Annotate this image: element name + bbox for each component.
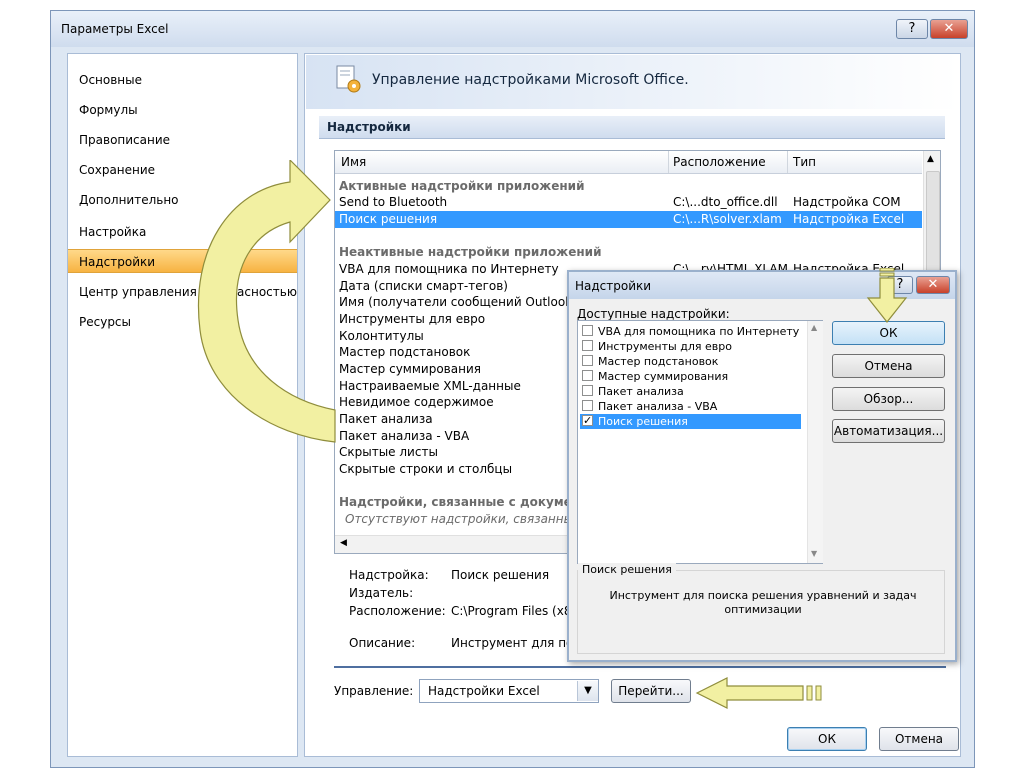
section-header: Надстройки	[319, 116, 945, 139]
close-button[interactable]: ✕	[930, 19, 968, 39]
checkbox[interactable]	[582, 340, 593, 351]
details-addin-label: Надстройка:	[349, 568, 429, 582]
ok-button[interactable]: ОК	[787, 727, 867, 751]
addin-checkbox-item[interactable]: Пакет анализа	[580, 384, 801, 399]
checkbox-checked[interactable]: ✓	[582, 415, 593, 426]
details-description-label: Описание:	[349, 636, 416, 650]
nav-item-general[interactable]: Основные	[68, 68, 297, 92]
manage-select-value: Надстройки Excel	[428, 684, 540, 698]
content-header: Управление надстройками Microsoft Office…	[306, 55, 959, 109]
details-publisher-label: Издатель:	[349, 586, 414, 600]
dialog-title: Надстройки	[575, 279, 652, 293]
scroll-up-icon[interactable]: ▲	[927, 154, 934, 164]
column-location[interactable]: Расположение	[673, 155, 766, 169]
divider	[334, 666, 946, 668]
checkbox[interactable]	[582, 325, 593, 336]
checkbox[interactable]	[582, 385, 593, 396]
available-addins-label: Доступные надстройки:	[577, 307, 730, 321]
manage-select[interactable]: Надстройки Excel ▼	[419, 679, 599, 703]
description-text: Инструмент для поиска решения уравнений …	[609, 589, 917, 616]
addins-dialog: Надстройки ? ✕ Доступные надстройки: VBA…	[567, 270, 957, 662]
column-name[interactable]: Имя	[341, 155, 366, 169]
checkbox[interactable]	[582, 370, 593, 381]
curved-arrow-icon	[197, 160, 336, 443]
checkbox[interactable]	[582, 355, 593, 366]
details-addin-value: Поиск решения	[451, 568, 550, 582]
content-title: Управление надстройками Microsoft Office…	[372, 72, 689, 88]
addins-gear-icon	[336, 65, 361, 93]
list-item-selected[interactable]: Поиск решения C:\...R\solver.xlam Надстр…	[335, 211, 922, 228]
details-description-value: Инструмент для пои	[451, 636, 582, 650]
dialog-list-scrollbar[interactable]: ▲ ▼	[807, 321, 823, 563]
down-arrow-icon	[866, 268, 908, 323]
details-location-label: Расположение:	[349, 604, 446, 618]
addin-checkbox-item[interactable]: Мастер подстановок	[580, 354, 801, 369]
checkbox[interactable]	[582, 400, 593, 411]
left-arrow-icon	[695, 677, 822, 709]
nav-item-proofing[interactable]: Правописание	[68, 128, 297, 152]
available-addins-list[interactable]: VBA для помощника по Интернету Инструмен…	[577, 320, 823, 564]
automation-button[interactable]: Автоматизация...	[832, 419, 945, 443]
addin-checkbox-item[interactable]: Инструменты для евро	[580, 339, 801, 354]
chevron-down-icon[interactable]: ▼	[577, 681, 598, 701]
description-title: Поиск решения	[578, 563, 676, 576]
addin-checkbox-item[interactable]: Мастер суммирования	[580, 369, 801, 384]
addin-checkbox-item[interactable]: Пакет анализа - VBA	[580, 399, 801, 414]
addin-checkbox-item-selected[interactable]: ✓ Поиск решения	[580, 414, 801, 429]
browse-button[interactable]: Обзор...	[832, 387, 945, 411]
dialog-cancel-button[interactable]: Отмена	[832, 354, 945, 378]
addin-checkbox-item[interactable]: VBA для помощника по Интернету	[580, 324, 801, 339]
details-location-value: C:\Program Files (x86	[451, 604, 580, 618]
dialog-close-button[interactable]: ✕	[916, 276, 950, 294]
title-bar[interactable]: Параметры Excel ? ✕	[51, 11, 974, 47]
group-header: Активные надстройки приложений	[339, 179, 585, 193]
scroll-down-icon[interactable]: ▼	[811, 549, 817, 558]
help-button[interactable]: ?	[896, 19, 928, 39]
section-label: Надстройки	[327, 120, 411, 134]
window-title: Параметры Excel	[61, 22, 169, 36]
scroll-left-icon[interactable]: ◀	[340, 538, 347, 548]
list-header: Имя Расположение Тип	[335, 151, 922, 174]
column-type[interactable]: Тип	[793, 155, 816, 169]
cancel-button[interactable]: Отмена	[879, 727, 959, 751]
manage-label: Управление:	[334, 684, 414, 698]
go-button[interactable]: Перейти...	[611, 679, 691, 703]
nav-item-formulas[interactable]: Формулы	[68, 98, 297, 122]
list-item[interactable]: Send to Bluetooth C:\...dto_office.dll Н…	[335, 194, 922, 211]
addin-description-box: Поиск решения Инструмент для поиска реше…	[577, 563, 945, 654]
scroll-up-icon[interactable]: ▲	[811, 323, 817, 332]
group-header: Неактивные надстройки приложений	[339, 245, 602, 259]
